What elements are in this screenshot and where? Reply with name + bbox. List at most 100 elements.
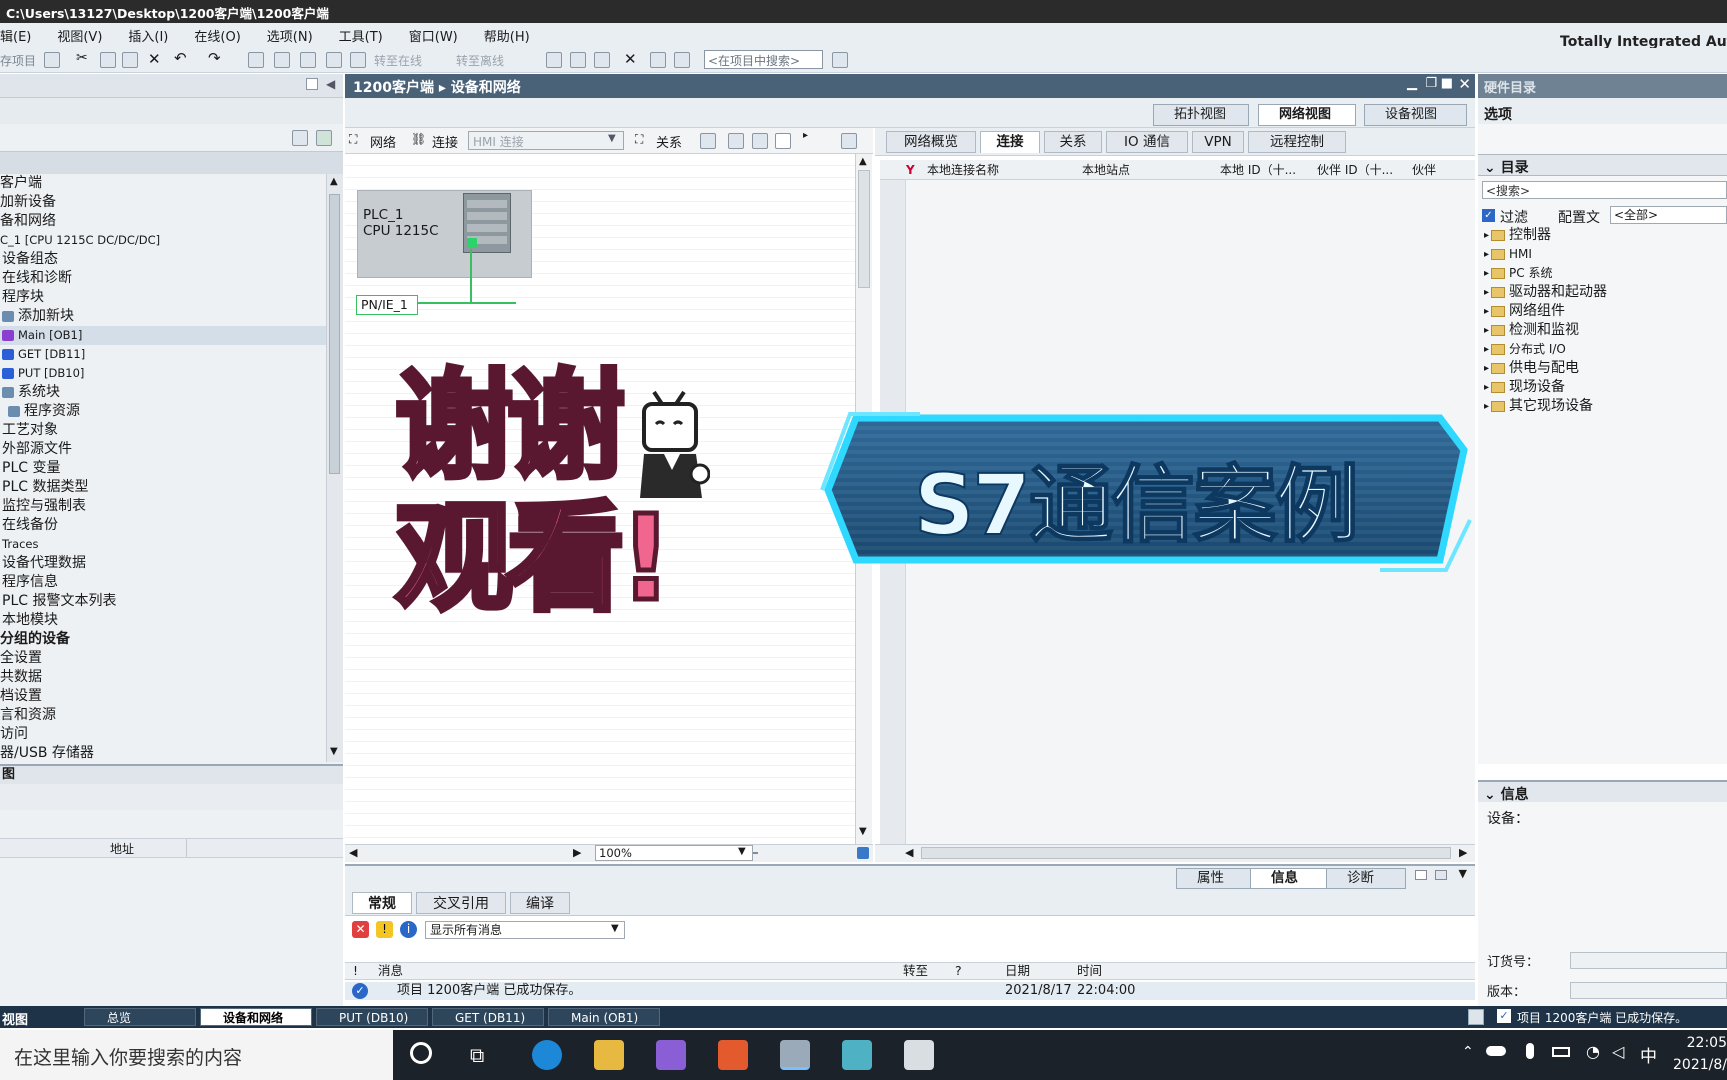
- minimize-icon[interactable]: ▁: [1407, 76, 1417, 91]
- scroll-thumb[interactable]: [858, 170, 870, 288]
- catalog-item[interactable]: ▸ 现场设备: [1484, 378, 1727, 397]
- plc-device[interactable]: PLC_1 CPU 1215C: [357, 190, 532, 278]
- col-date[interactable]: 日期: [1005, 963, 1030, 979]
- sync-icon[interactable]: [316, 130, 332, 146]
- expand-icon[interactable]: ▸: [1484, 321, 1489, 340]
- catalog-item[interactable]: ▸ PC 系统: [1484, 264, 1727, 283]
- tab-network-view[interactable]: 网络视图: [1258, 104, 1356, 126]
- edge-icon[interactable]: [532, 1040, 562, 1070]
- catalog-item[interactable]: ▸ 网络组件: [1484, 302, 1727, 321]
- go-offline-button[interactable]: 转至离线: [456, 52, 504, 69]
- catalog-item[interactable]: ▸ 控制器: [1484, 226, 1727, 245]
- menu-item[interactable]: 工具(T): [339, 26, 383, 45]
- tree-item[interactable]: PLC 数据类型: [0, 478, 326, 497]
- table-horizontal-scrollbar[interactable]: ◀ ▶: [875, 844, 1475, 862]
- relations-button[interactable]: 关系: [656, 132, 682, 151]
- expand-icon[interactable]: ▸: [1484, 340, 1489, 359]
- undo-icon[interactable]: ↶: [174, 49, 187, 67]
- scroll-left-icon[interactable]: ◀: [905, 846, 913, 859]
- split-horizontal-icon[interactable]: [650, 52, 666, 68]
- col-local-connection-name[interactable]: 本地连接名称: [927, 160, 999, 180]
- tab-connections[interactable]: 连接: [980, 131, 1040, 153]
- subnet-label[interactable]: PN/IE_1: [356, 295, 418, 315]
- windows-search-box[interactable]: 在这里输入你要搜索的内容: [0, 1030, 393, 1080]
- menu-item[interactable]: 视图(V): [57, 26, 102, 45]
- profinet-port-icon[interactable]: [467, 238, 477, 248]
- project-tree-scrollbar[interactable]: ▲ ▼: [326, 174, 343, 762]
- search-icon[interactable]: [832, 52, 848, 68]
- tab-device-view[interactable]: 设备视图: [1364, 104, 1467, 126]
- tree-item[interactable]: 监控与强制表: [0, 497, 326, 516]
- restore-icon[interactable]: [1435, 870, 1447, 880]
- restore-icon[interactable]: ❐: [1425, 76, 1437, 91]
- chevron-down-icon[interactable]: ▼: [608, 133, 616, 144]
- float-window-icon[interactable]: [1415, 870, 1427, 880]
- collapse-inspector-icon[interactable]: ▼: [1459, 867, 1467, 880]
- message-filter-select[interactable]: 显示所有消息: [425, 921, 625, 939]
- accessible-devices-icon[interactable]: [546, 52, 562, 68]
- cut-icon[interactable]: ✂: [76, 50, 88, 66]
- settings-icon[interactable]: [350, 52, 366, 68]
- hardware-catalog-title[interactable]: 硬件目录: [1478, 74, 1727, 98]
- wifi-icon[interactable]: ◔: [1586, 1042, 1600, 1061]
- save-project-button[interactable]: 存项目: [0, 52, 36, 69]
- scroll-right-icon[interactable]: ▶: [1459, 846, 1467, 859]
- tree-item[interactable]: 工艺对象: [0, 421, 326, 440]
- tab-topology-view[interactable]: 拓扑视图: [1153, 104, 1249, 126]
- close-editor-icon[interactable]: ✕: [1458, 75, 1471, 93]
- collapse-left-icon[interactable]: ◀: [326, 77, 335, 91]
- microphone-icon[interactable]: [1526, 1043, 1534, 1059]
- filter-checkbox[interactable]: ✓: [1482, 209, 1495, 222]
- show-addresses-icon[interactable]: [700, 133, 716, 149]
- catalog-directory-header[interactable]: ⌄ 目录: [1478, 154, 1727, 176]
- tab-relations[interactable]: 关系: [1044, 131, 1102, 153]
- details-view-header[interactable]: 图: [0, 764, 343, 784]
- subtab-cross-reference[interactable]: 交叉引用: [416, 892, 506, 914]
- scroll-thumb[interactable]: [921, 847, 1451, 859]
- minimize-panel-icon[interactable]: [306, 78, 318, 90]
- upload-icon[interactable]: [300, 52, 316, 68]
- tab-vpn[interactable]: VPN: [1192, 131, 1244, 153]
- battery-icon[interactable]: [1552, 1047, 1570, 1057]
- tree-item[interactable]: 备和网络: [0, 212, 326, 231]
- simulate-icon[interactable]: [326, 52, 342, 68]
- tab-network-overview[interactable]: 网络概览: [886, 131, 976, 153]
- col-local-id[interactable]: 本地 ID（十...: [1220, 160, 1296, 180]
- paste-icon[interactable]: [122, 52, 138, 68]
- window-app-icon[interactable]: [904, 1040, 934, 1070]
- tree-item[interactable]: Traces: [0, 535, 326, 554]
- redo-icon[interactable]: ↷: [208, 49, 221, 67]
- tab-info[interactable]: 信息: [1250, 868, 1330, 889]
- tia-portal-icon[interactable]: [780, 1040, 810, 1070]
- catalog-options[interactable]: 选项: [1478, 98, 1727, 124]
- tray-chevron-icon[interactable]: ⌃: [1462, 1044, 1474, 1060]
- tree-item[interactable]: 分组的设备: [0, 630, 326, 649]
- col-flag[interactable]: !: [353, 963, 358, 979]
- close-icon[interactable]: ✕: [624, 50, 637, 68]
- col-goto[interactable]: 转至: [903, 963, 928, 979]
- expand-icon[interactable]: ▸: [1484, 378, 1489, 397]
- menu-item[interactable]: 帮助(H): [484, 26, 530, 45]
- error-filter-icon[interactable]: ✕: [352, 921, 369, 938]
- overview-icon[interactable]: [841, 133, 857, 149]
- breadcrumb-project[interactable]: 1200客户端: [353, 80, 434, 96]
- tree-item[interactable]: 系统块: [0, 383, 326, 402]
- tree-item[interactable]: PUT [DB10]: [0, 364, 326, 383]
- editor-tab-main[interactable]: Main (OB1): [548, 1008, 660, 1026]
- tree-item[interactable]: 言和资源: [0, 706, 326, 725]
- catalog-item[interactable]: ▸ 其它现场设备: [1484, 397, 1727, 416]
- tree-item[interactable]: 器/USB 存储器: [0, 744, 326, 763]
- expand-icon[interactable]: ▸: [1484, 226, 1489, 245]
- catalog-info-header[interactable]: ⌄ 信息: [1478, 780, 1727, 803]
- tree-item[interactable]: 设备组态: [0, 250, 326, 269]
- app-icon[interactable]: [842, 1040, 872, 1070]
- print-icon[interactable]: [44, 52, 60, 68]
- project-search-input[interactable]: <在项目中搜索>: [704, 50, 823, 69]
- col-local-station[interactable]: 本地站点: [1082, 160, 1130, 180]
- start-cpu-icon[interactable]: [570, 52, 586, 68]
- col-partner-id[interactable]: 伙伴 ID（十...: [1317, 160, 1393, 180]
- message-row[interactable]: ✓ 项目 1200客户端 已成功保存。 2021/8/17 22:04:00: [345, 982, 1475, 1000]
- connection-mode-icon[interactable]: ⛓: [411, 132, 426, 146]
- chevron-down-icon[interactable]: ▼: [738, 846, 746, 857]
- expand-icon[interactable]: ▸: [1484, 359, 1489, 378]
